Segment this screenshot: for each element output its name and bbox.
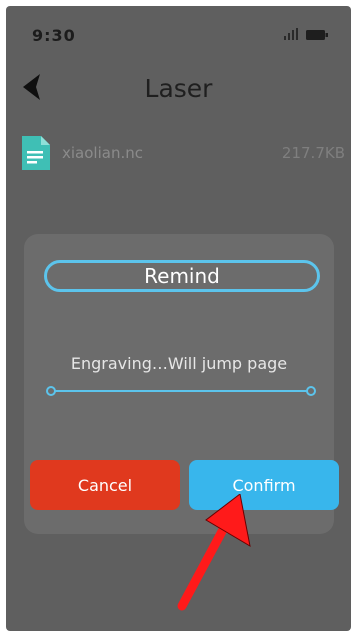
file-list-item[interactable]: xiaolian.nc 217.7KB <box>20 132 351 176</box>
battery-icon <box>306 30 328 40</box>
progress-track <box>51 390 311 392</box>
page-title: Laser <box>144 74 213 103</box>
file-name: xiaolian.nc <box>62 144 143 162</box>
signal-icon <box>284 28 298 40</box>
document-icon <box>22 136 50 170</box>
status-bar: 9:30 <box>6 6 351 45</box>
dialog-message: Engraving…Will jump page <box>70 354 288 373</box>
dialog-title: Remind <box>144 264 220 288</box>
status-time: 9:30 <box>32 26 76 45</box>
file-size: 217.7KB <box>281 144 345 162</box>
confirm-button[interactable]: Confirm <box>189 460 339 510</box>
app-screen: 9:30 Laser xiaolian.nc 217.7KB Remind En… <box>6 6 351 631</box>
cancel-button[interactable]: Cancel <box>30 460 180 510</box>
progress-start-dot <box>46 386 56 396</box>
remind-dialog: Remind Engraving…Will jump page Cancel C… <box>24 234 339 534</box>
progress-bar <box>46 386 316 396</box>
progress-end-dot <box>306 386 316 396</box>
dialog-title-frame: Remind <box>44 260 320 292</box>
header: Laser <box>6 66 351 110</box>
